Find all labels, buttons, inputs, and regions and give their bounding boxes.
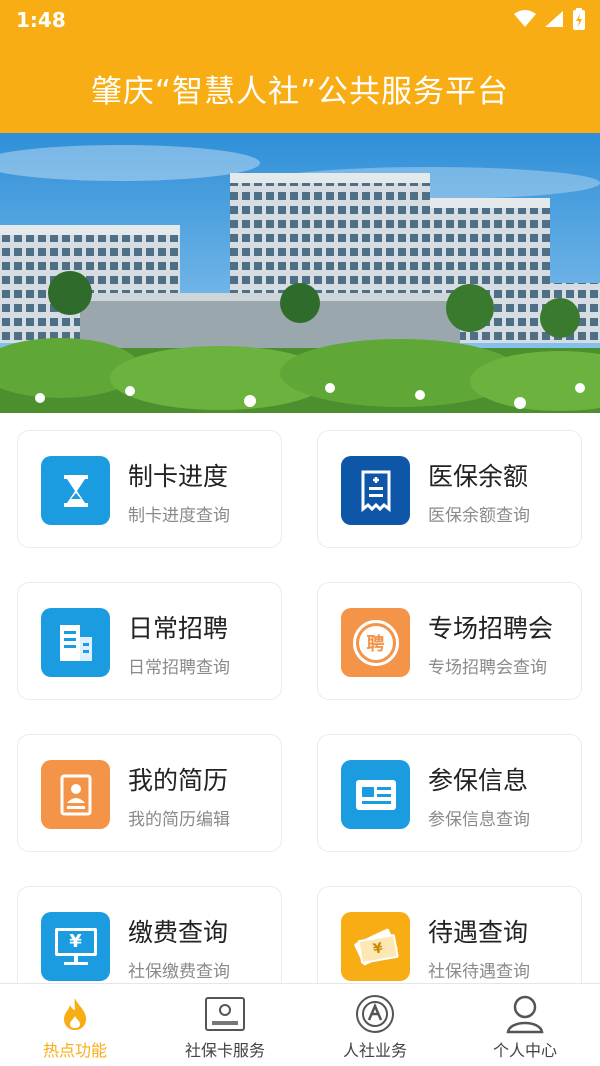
card-subtitle: 专场招聘会查询: [428, 658, 547, 678]
payment-monitor-icon: ¥: [41, 912, 110, 981]
resume-icon: [41, 760, 110, 829]
card-subtitle: 我的简历编辑: [128, 810, 230, 830]
card-my-resume[interactable]: 我的简历 我的简历编辑: [17, 734, 282, 852]
money-bills-icon: ¥: [341, 912, 410, 981]
currency-symbol: ¥: [54, 927, 97, 956]
card-subtitle: 参保信息查询: [428, 810, 530, 830]
id-card-icon: [341, 760, 410, 829]
building-icon: [41, 608, 110, 677]
card-title: 专场招聘会: [428, 614, 554, 643]
tab-label: 热点功能: [42, 1041, 107, 1060]
card-subtitle: 制卡进度查询: [128, 506, 230, 526]
tab-hr-business[interactable]: 人社业务: [300, 984, 450, 1066]
card-title: 医保余额: [428, 462, 529, 491]
tab-label: 人社业务: [342, 1041, 407, 1060]
tab-hot-features[interactable]: 热点功能: [0, 984, 150, 1066]
card-subtitle: 社保缴费查询: [128, 962, 230, 982]
tab-personal-center[interactable]: 个人中心: [450, 984, 600, 1066]
hourglass-icon: [41, 456, 110, 525]
card-daily-recruitment[interactable]: 日常招聘 日常招聘查询: [17, 582, 282, 700]
card-card-progress[interactable]: 制卡进度 制卡进度查询: [17, 430, 282, 548]
tab-label: 社保卡服务: [184, 1041, 265, 1060]
battery-icon: [573, 8, 585, 30]
card-subtitle: 社保待遇查询: [428, 962, 530, 982]
status-icons: [514, 8, 586, 30]
card-medical-balance[interactable]: 医保余额 医保余额查询: [317, 430, 582, 548]
card-title: 我的简历: [128, 766, 229, 795]
tab-label: 个人中心: [492, 1041, 557, 1060]
card-subtitle: 日常招聘查询: [128, 658, 230, 678]
wifi-icon: [514, 10, 536, 27]
card-payment-query[interactable]: ¥ 缴费查询 社保缴费查询: [17, 886, 282, 983]
hire-badge-icon: 聘: [341, 608, 410, 677]
bottom-tab-bar: 热点功能 社保卡服务 人社业务 个人中心: [0, 983, 600, 1066]
app-header: 1:48 肇庆“智慧人社”公共服务平台: [0, 0, 600, 133]
card-title: 制卡进度: [128, 462, 229, 491]
card-benefit-query[interactable]: ¥ 待遇查询 社保待遇查询: [317, 886, 582, 983]
card-subtitle: 医保余额查询: [428, 506, 530, 526]
tab-social-security-card[interactable]: 社保卡服务: [150, 984, 300, 1066]
card-job-fair[interactable]: 聘 专场招聘会 专场招聘会查询: [317, 582, 582, 700]
currency-symbol: ¥: [356, 933, 399, 964]
emblem-icon: [353, 994, 397, 1034]
status-bar: 1:48: [0, 0, 600, 40]
flame-icon: [53, 994, 97, 1034]
hire-badge-text: 聘: [358, 625, 393, 660]
card-title: 日常招聘: [128, 614, 229, 643]
user-icon: [503, 994, 547, 1034]
page-title: 肇庆“智慧人社”公共服务平台: [90, 74, 510, 110]
card-title: 待遇查询: [428, 918, 529, 947]
banner-image[interactable]: [0, 133, 600, 413]
feature-grid: 制卡进度 制卡进度查询 医保余额 医保余额查询 日常招聘 日常招聘查询 聘 专场…: [0, 413, 600, 983]
card-title: 缴费查询: [128, 918, 229, 947]
signal-icon: [545, 11, 563, 27]
social-security-card-icon: [203, 994, 247, 1034]
card-title: 参保信息: [428, 766, 529, 795]
card-insurance-info[interactable]: 参保信息 参保信息查询: [317, 734, 582, 852]
status-time: 1:48: [16, 8, 66, 32]
receipt-icon: [341, 456, 410, 525]
